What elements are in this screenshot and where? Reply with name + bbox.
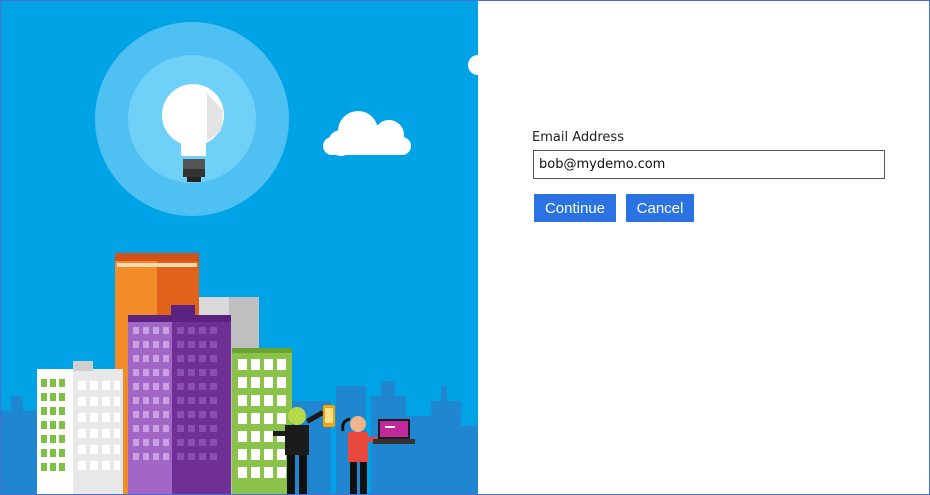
building-purple bbox=[128, 305, 231, 494]
email-label: Email Address bbox=[532, 130, 624, 145]
building-white bbox=[37, 361, 123, 494]
login-panel: Email Address Continue Cancel bbox=[478, 1, 929, 494]
city-illustration bbox=[1, 1, 478, 494]
building-green bbox=[232, 348, 292, 494]
continue-button[interactable]: Continue bbox=[534, 194, 616, 222]
lightbulb-icon bbox=[95, 22, 289, 216]
email-input[interactable] bbox=[533, 150, 885, 179]
cloud-edge bbox=[468, 55, 478, 75]
cancel-button[interactable]: Cancel bbox=[626, 194, 694, 222]
login-window: Email Address Continue Cancel bbox=[0, 0, 930, 495]
cloud-icon bbox=[323, 111, 411, 156]
